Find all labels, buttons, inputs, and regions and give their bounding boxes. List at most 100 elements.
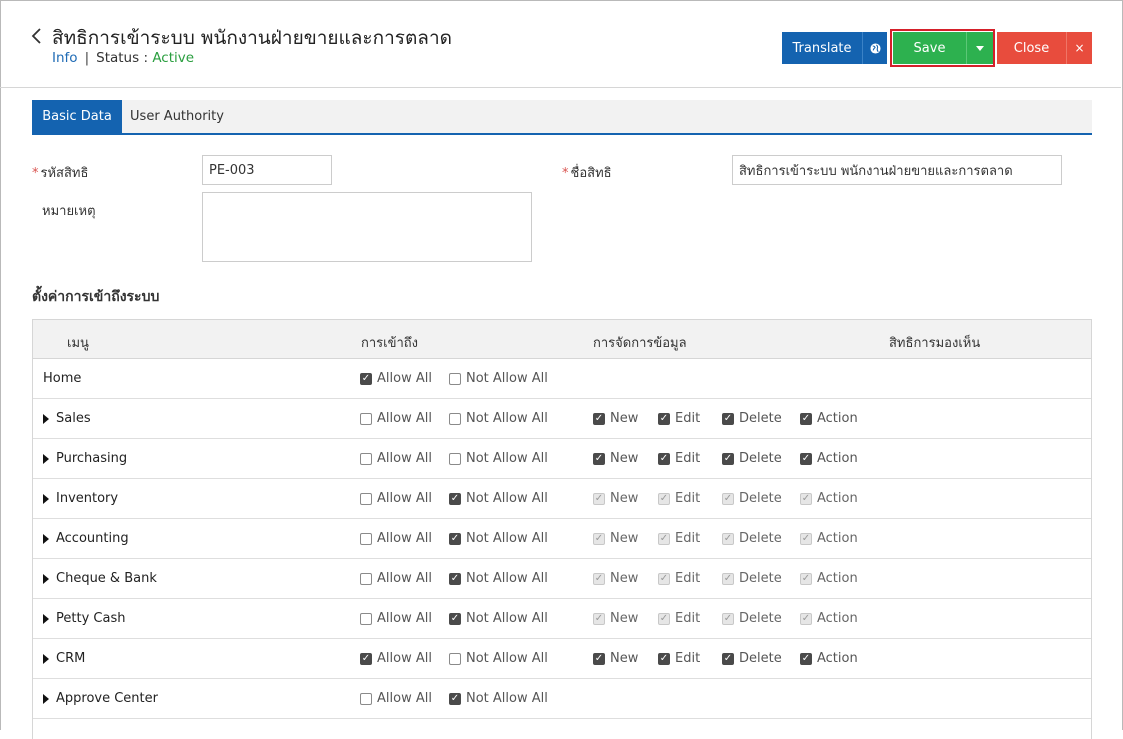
new-checkbox[interactable]: ✓ New bbox=[593, 491, 638, 506]
action-checkbox-label: Action bbox=[817, 451, 858, 466]
menu-name-text: Accounting bbox=[56, 531, 129, 546]
menu-name-text: Purchasing bbox=[56, 451, 128, 466]
allow-all-checkbox[interactable]: Allow All bbox=[360, 571, 432, 586]
delete-checkbox[interactable]: ✓ Delete bbox=[722, 571, 782, 586]
globe-icon bbox=[869, 42, 881, 54]
allow-all-checkbox-label: Allow All bbox=[377, 411, 432, 426]
header-access: การเข้าถึง bbox=[361, 336, 419, 351]
delete-checkbox[interactable]: ✓ Delete bbox=[722, 651, 782, 666]
chevron-left-icon[interactable] bbox=[30, 26, 44, 46]
caret-right-icon[interactable] bbox=[43, 693, 49, 704]
save-dropdown-button[interactable] bbox=[966, 32, 993, 64]
close-button[interactable]: Close bbox=[997, 32, 1066, 64]
caret-right-icon[interactable] bbox=[43, 413, 49, 424]
new-checkbox-label: New bbox=[610, 651, 639, 666]
note-textarea[interactable] bbox=[202, 192, 532, 262]
allow-all-checkbox[interactable]: Allow All bbox=[360, 491, 432, 506]
new-checkbox[interactable]: ✓ New bbox=[593, 651, 638, 666]
not-allow-all-checkbox[interactable]: Not Allow All bbox=[449, 371, 548, 386]
menu-name[interactable]: Cheque & Bank bbox=[43, 571, 157, 586]
edit-checkbox[interactable]: ✓ Edit bbox=[658, 491, 700, 506]
edit-checkbox[interactable]: ✓ Edit bbox=[658, 531, 700, 546]
checkbox-icon: ✓ bbox=[800, 452, 812, 465]
caret-right-icon[interactable] bbox=[43, 493, 49, 504]
allow-all-checkbox[interactable]: ✓ Allow All bbox=[360, 371, 432, 386]
name-label-text: ชื่อสิทธิ bbox=[570, 166, 612, 181]
action-checkbox[interactable]: ✓ Action bbox=[800, 651, 858, 666]
caret-right-icon[interactable] bbox=[43, 453, 49, 464]
allow-all-checkbox[interactable]: Allow All bbox=[360, 691, 432, 706]
checkbox-icon bbox=[360, 532, 372, 545]
checkbox-icon bbox=[449, 452, 461, 465]
tab-user-authority[interactable]: User Authority bbox=[122, 100, 232, 133]
edit-checkbox[interactable]: ✓ Edit bbox=[658, 451, 700, 466]
checkbox-icon: ✓ bbox=[800, 572, 812, 585]
name-input[interactable]: สิทธิการเข้าระบบ พนักงานฝ่ายขายและการตลา… bbox=[732, 155, 1062, 185]
menu-name[interactable]: CRM bbox=[43, 651, 85, 666]
action-checkbox[interactable]: ✓ Action bbox=[800, 451, 858, 466]
edit-checkbox-label: Edit bbox=[675, 611, 701, 626]
menu-name[interactable]: Approve Center bbox=[43, 691, 158, 706]
translate-button[interactable]: Translate bbox=[782, 32, 862, 64]
menu-name[interactable]: Purchasing bbox=[43, 451, 127, 466]
new-checkbox[interactable]: ✓ New bbox=[593, 571, 638, 586]
not-allow-all-checkbox[interactable]: ✓ Not Allow All bbox=[449, 491, 548, 506]
not-allow-all-checkbox[interactable]: ✓ Not Allow All bbox=[449, 691, 548, 706]
checkbox-icon: ✓ bbox=[800, 532, 812, 545]
checkbox-icon: ✓ bbox=[658, 412, 670, 425]
status-colon: : bbox=[143, 50, 149, 66]
menu-name-text: CRM bbox=[56, 651, 86, 666]
not-allow-all-checkbox[interactable]: ✓ Not Allow All bbox=[449, 571, 548, 586]
not-allow-all-checkbox[interactable]: Not Allow All bbox=[449, 451, 548, 466]
allow-all-checkbox[interactable]: Allow All bbox=[360, 531, 432, 546]
edit-checkbox[interactable]: ✓ Edit bbox=[658, 571, 700, 586]
edit-checkbox[interactable]: ✓ Edit bbox=[658, 611, 700, 626]
allow-all-checkbox-label: Allow All bbox=[377, 691, 432, 706]
not-allow-all-checkbox[interactable]: Not Allow All bbox=[449, 411, 548, 426]
edit-checkbox[interactable]: ✓ Edit bbox=[658, 411, 700, 426]
checkbox-icon: ✓ bbox=[360, 372, 372, 385]
allow-all-checkbox[interactable]: ✓ Allow All bbox=[360, 651, 432, 666]
code-input[interactable]: PE-003 bbox=[202, 155, 332, 185]
edit-checkbox[interactable]: ✓ Edit bbox=[658, 651, 700, 666]
menu-name[interactable]: Accounting bbox=[43, 531, 129, 546]
delete-checkbox[interactable]: ✓ Delete bbox=[722, 451, 782, 466]
action-checkbox[interactable]: ✓ Action bbox=[800, 571, 858, 586]
caret-right-icon[interactable] bbox=[43, 573, 49, 584]
save-button[interactable]: Save bbox=[893, 32, 966, 64]
page-header: สิทธิการเข้าระบบ พนักงานฝ่ายขายและการตลา… bbox=[0, 0, 1121, 88]
new-checkbox[interactable]: ✓ New bbox=[593, 411, 638, 426]
allow-all-checkbox[interactable]: Allow All bbox=[360, 451, 432, 466]
close-icon[interactable]: × bbox=[1066, 32, 1092, 64]
note-label: หมายเหตุ bbox=[42, 204, 96, 219]
edit-checkbox-label: Edit bbox=[675, 531, 701, 546]
caret-right-icon[interactable] bbox=[43, 613, 49, 624]
not-allow-all-checkbox[interactable]: ✓ Not Allow All bbox=[449, 611, 548, 626]
allow-all-checkbox[interactable]: Allow All bbox=[360, 611, 432, 626]
tab-basic-data[interactable]: Basic Data bbox=[32, 100, 122, 133]
new-checkbox[interactable]: ✓ New bbox=[593, 531, 638, 546]
menu-name[interactable]: Petty Cash bbox=[43, 611, 125, 626]
menu-name[interactable]: Inventory bbox=[43, 491, 118, 506]
menu-name[interactable]: Sales bbox=[43, 411, 91, 426]
menu-name-text: Inventory bbox=[56, 491, 119, 506]
new-checkbox[interactable]: ✓ New bbox=[593, 451, 638, 466]
delete-checkbox[interactable]: ✓ Delete bbox=[722, 491, 782, 506]
caret-right-icon[interactable] bbox=[43, 653, 49, 664]
delete-checkbox[interactable]: ✓ Delete bbox=[722, 611, 782, 626]
new-checkbox-label: New bbox=[610, 531, 639, 546]
info-link[interactable]: Info bbox=[52, 50, 78, 66]
new-checkbox[interactable]: ✓ New bbox=[593, 611, 638, 626]
allow-all-checkbox[interactable]: Allow All bbox=[360, 411, 432, 426]
not-allow-all-checkbox[interactable]: ✓ Not Allow All bbox=[449, 531, 548, 546]
translate-globe-button[interactable] bbox=[862, 32, 887, 64]
delete-checkbox[interactable]: ✓ Delete bbox=[722, 531, 782, 546]
caret-right-icon[interactable] bbox=[43, 533, 49, 544]
action-checkbox[interactable]: ✓ Action bbox=[800, 411, 858, 426]
action-checkbox[interactable]: ✓ Action bbox=[800, 611, 858, 626]
table-row: Purchasing Allow All Not Allow All ✓ New ✓ Edi… bbox=[33, 439, 1091, 479]
delete-checkbox[interactable]: ✓ Delete bbox=[722, 411, 782, 426]
action-checkbox[interactable]: ✓ Action bbox=[800, 531, 858, 546]
not-allow-all-checkbox[interactable]: Not Allow All bbox=[449, 651, 548, 666]
action-checkbox[interactable]: ✓ Action bbox=[800, 491, 858, 506]
